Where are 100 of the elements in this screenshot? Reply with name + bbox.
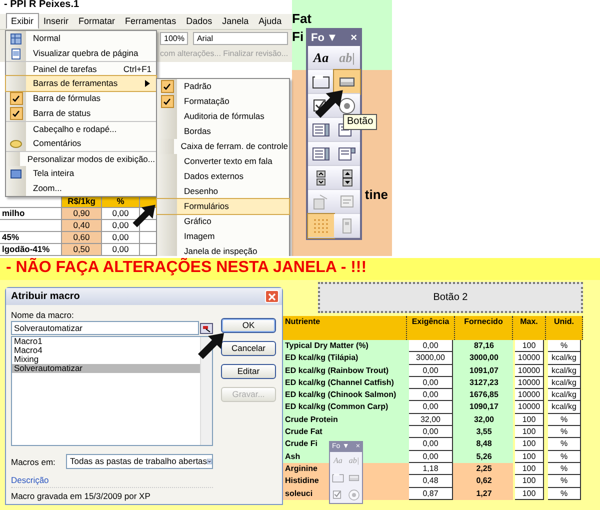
list-item[interactable]: Mixing — [12, 355, 200, 364]
menu-item[interactable]: Personalizar modos de exibição... — [6, 151, 156, 166]
table-cell: 3,55 — [455, 426, 513, 438]
macros-in-dropdown[interactable]: Todas as pastas de trabalho abertas — [66, 454, 213, 469]
checkbox-icon — [332, 488, 344, 500]
field-label: Macros em: — [11, 456, 56, 468]
menu-item[interactable]: Padrão — [157, 79, 289, 94]
column-header: Exigência — [407, 316, 455, 340]
row-label: ED kcal/kg (Chinook Salmon) — [283, 389, 407, 402]
collapse-dialog-icon — [200, 322, 213, 334]
dialog-button[interactable]: Cancelar — [221, 341, 276, 356]
menu-item[interactable]: Barras de ferramentas — [6, 76, 156, 91]
table-cell: 8,48 — [455, 438, 513, 451]
menu-item[interactable]: Cabeçalho e rodapé... — [6, 121, 156, 136]
table-cell: 0,00 — [409, 426, 453, 438]
radio-icon — [348, 488, 360, 500]
table-cell: % — [548, 475, 581, 488]
table-cell: 100 — [515, 450, 544, 463]
menu-item[interactable]: Caixa de ferram. de controle — [157, 139, 289, 154]
table-cell: % — [548, 462, 581, 476]
table-cell: 0,48 — [409, 475, 453, 488]
toolbar-button[interactable]: Aa — [308, 46, 334, 70]
field-label: Nome da macro: — [11, 309, 75, 321]
toolbar-button[interactable] — [334, 142, 360, 166]
column-header: Fornecido — [455, 316, 513, 340]
table-cell: 1090,17 — [455, 401, 513, 414]
menu-item[interactable]: Zoom... — [6, 181, 156, 196]
description-text: Macro gravada em 15/3/2009 por XP — [11, 490, 152, 502]
menu-item[interactable]: Converter texto em fala — [157, 154, 289, 169]
menu-item[interactable]: Barra de status — [6, 106, 156, 121]
menu-item[interactable]: Comentários — [6, 136, 156, 151]
menu-item[interactable]: Inserir — [38, 13, 74, 29]
toolbar-button[interactable] — [334, 70, 360, 94]
pointer-arrow — [196, 331, 226, 361]
note-icon — [10, 138, 22, 150]
table-cell: 87,16 — [455, 340, 513, 352]
font-field[interactable]: Arial — [192, 32, 288, 44]
zoom-field[interactable]: 100% — [160, 32, 188, 44]
table-cell: 100 — [515, 340, 544, 352]
table-cell: 0,90 — [62, 208, 102, 220]
menu-item[interactable]: Auditoria de fórmulas — [157, 109, 289, 124]
table-cell: % — [548, 438, 581, 451]
menu-item[interactable]: Formulários — [157, 199, 289, 214]
table-cell: 10000 — [515, 376, 544, 390]
menu-item[interactable]: Tela inteira — [6, 166, 156, 181]
grid-icon — [312, 216, 330, 234]
menu-item[interactable]: Normal — [6, 31, 156, 46]
code-icon — [338, 192, 356, 210]
menu-item[interactable]: Ajuda — [254, 13, 287, 29]
menu-item[interactable]: Ferramentas — [120, 13, 182, 29]
menu-item[interactable]: Exibir — [6, 13, 39, 29]
toolbar-button[interactable] — [308, 142, 334, 166]
menu-item[interactable]: Barra de fórmulas — [6, 91, 156, 106]
toolbar-button[interactable] — [334, 166, 360, 190]
table-cell: 100 — [515, 438, 544, 451]
table-cell: 0,60 — [62, 232, 102, 244]
toolbar-button[interactable] — [308, 118, 334, 142]
properties-icon — [312, 192, 330, 210]
list-item[interactable]: Macro4 — [12, 346, 200, 355]
menu-item[interactable]: Imagem — [157, 229, 289, 244]
page-icon — [10, 48, 22, 60]
close-glyph[interactable]: × — [350, 31, 357, 45]
toolbar-button[interactable] — [308, 166, 334, 190]
menu-item[interactable]: Dados — [181, 13, 218, 29]
scrollbar[interactable] — [200, 337, 212, 445]
row-label: ED kcal/kg (Rainbow Trout) — [283, 364, 407, 377]
column-header: R$/1kg — [62, 196, 102, 208]
table-cell: % — [548, 426, 581, 438]
menu-item[interactable]: Janela — [217, 13, 254, 29]
menu-item[interactable]: Bordas — [157, 124, 289, 139]
pointer-arrow — [313, 88, 345, 120]
list-item[interactable]: Macro1 — [12, 337, 200, 346]
table-cell: % — [548, 488, 581, 500]
close-button[interactable] — [265, 290, 279, 303]
menu-item[interactable]: Formatação — [157, 94, 289, 109]
list-item[interactable]: Solverautomatizar — [12, 364, 200, 373]
toolbar-button[interactable] — [308, 70, 334, 94]
dialog-button[interactable]: OK — [221, 318, 276, 333]
menu-item[interactable]: Visualizar quebra de página — [6, 46, 156, 61]
menu-item[interactable]: Dados externos — [157, 169, 289, 184]
macro-name-field[interactable]: Solverautomatizar — [11, 321, 199, 335]
table-cell: 1,27 — [455, 488, 513, 500]
table-cell: kcal/kg — [548, 401, 581, 414]
table-cell: 0,00 — [409, 364, 453, 377]
submenu-arrow-icon — [145, 80, 150, 87]
menu-item[interactable]: Formatar — [74, 13, 120, 29]
dropdown-glyph[interactable]: ▼ — [326, 31, 338, 45]
dialog-button[interactable]: Editar — [221, 364, 276, 379]
table-cell: 0,50 — [62, 244, 102, 256]
menu-item[interactable]: Desenho — [157, 184, 289, 199]
table-cell: 0,00 — [409, 438, 453, 451]
menu-item[interactable]: Gráfico — [157, 214, 289, 229]
table-cell: 0,00 — [409, 340, 453, 352]
menu-item[interactable]: Janela de inspeção — [157, 244, 289, 256]
table-cell: 10000 — [515, 389, 544, 402]
sheet-button[interactable]: Botão 2 — [318, 282, 583, 313]
table-cell: 32,00 — [455, 414, 513, 426]
column-header: Max. — [513, 316, 546, 340]
table-cell: 5,26 — [455, 450, 513, 463]
table-cell: 100 — [515, 414, 544, 426]
